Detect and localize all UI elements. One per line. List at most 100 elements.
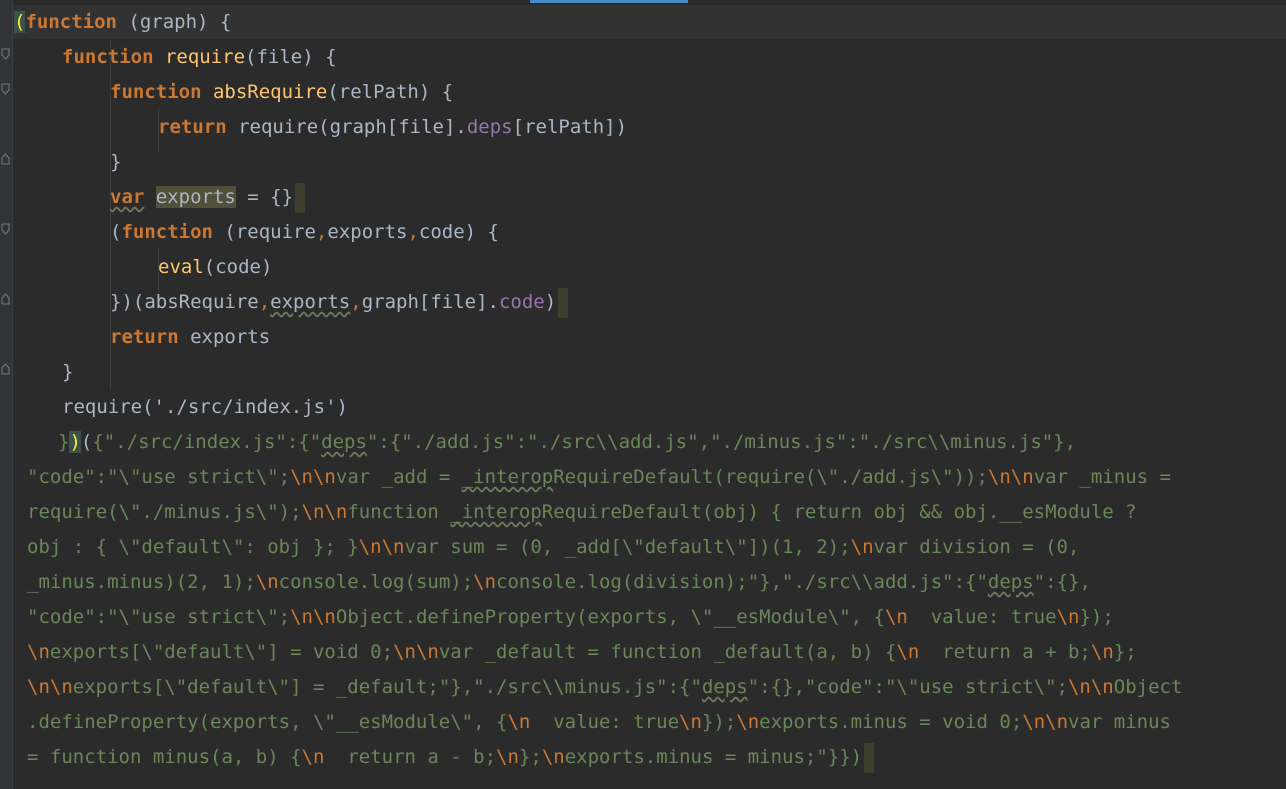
code-token: {"./src/index.js":{" — [92, 431, 322, 453]
code-token: var — [110, 186, 145, 208]
code-token: ":{"./add.js":"./src\\add.js","./minus.j… — [366, 431, 1077, 453]
code-token: function — [121, 221, 213, 243]
code-token: value: true — [530, 711, 680, 733]
code-token: .defineProperty(exports, \"__esModule\",… — [27, 711, 508, 733]
code-token: exports[\"default\"] = _default;"},"./sr… — [72, 676, 702, 698]
code-line[interactable]: })({"./src/index.js":{"deps":{"./add.js"… — [58, 425, 1076, 460]
code-token: _interop — [461, 466, 554, 488]
code-token: \n — [507, 711, 531, 733]
code-token: , — [258, 291, 271, 313]
code-line[interactable]: return exports — [110, 320, 270, 355]
code-editor[interactable]: (function (graph) {function require(file… — [0, 0, 1286, 789]
fold-marker-icon[interactable] — [1, 48, 10, 60]
code-token: ) — [69, 431, 81, 453]
fold-marker-icon[interactable] — [1, 363, 10, 375]
code-line[interactable]: _minus.minus)(2, 1);\nconsole.log(sum);\… — [27, 565, 1091, 600]
code-token: } — [62, 361, 74, 383]
code-token: deps — [321, 431, 367, 453]
fold-marker-icon[interactable] — [1, 153, 10, 165]
code-token: require(graph[file]. — [226, 116, 467, 138]
code-line[interactable]: require(\"./minus.js\");\n\nfunction _in… — [27, 495, 1137, 530]
code-token: eval — [158, 256, 204, 278]
code-token: var division = (0, — [873, 536, 1080, 558]
code-line[interactable]: (function (graph) { — [14, 5, 231, 40]
code-line[interactable]: obj : { \"default\": obj }; }\n\nvar sum… — [27, 530, 1079, 565]
fold-marker-icon[interactable] — [1, 223, 10, 235]
code-token: obj : { \"default\": obj }; } — [27, 536, 359, 558]
code-token: (require — [212, 221, 316, 243]
code-token: RequireDefault(require(\"./add.js\")); — [553, 466, 988, 488]
code-token: \n — [896, 641, 920, 663]
code-token: return — [158, 116, 227, 138]
code-token: \n\n — [987, 466, 1034, 488]
code-token: \n — [884, 606, 908, 628]
code-token: \n\n — [358, 536, 405, 558]
code-line[interactable]: "code":"\"use strict\"; \n\n var _add = _i… — [27, 460, 1171, 495]
code-token: require — [164, 46, 246, 68]
code-token: "code":"\"use strict\"; — [27, 606, 291, 628]
fold-marker-icon[interactable] — [1, 83, 10, 95]
code-line[interactable]: eval(code) — [158, 250, 272, 285]
code-token: function — [110, 81, 202, 103]
code-token: exports — [178, 326, 271, 348]
code-token: exports.minus = void 0; — [759, 711, 1023, 733]
code-token: exports — [327, 221, 408, 243]
code-token: ":{},"code":"\"use strict\"; — [747, 676, 1068, 698]
code-token: = {} — [235, 186, 294, 208]
code-line[interactable]: function require(file) { — [62, 40, 337, 75]
code-token: ":{}, — [1033, 571, 1091, 593]
code-line[interactable]: var exports = {} — [110, 180, 306, 215]
code-token: code) { — [418, 221, 499, 243]
code-line[interactable]: .defineProperty(exports, \"__esModule\",… — [27, 705, 1171, 740]
code-token: \n\n — [1022, 711, 1069, 733]
code-token: , — [407, 221, 419, 243]
text-caret — [295, 182, 306, 213]
code-token: \n — [679, 711, 702, 733]
code-token: ( — [80, 431, 93, 453]
code-token: return — [110, 326, 179, 348]
code-token: var _default = function _default(a, b) { — [438, 641, 897, 663]
code-token: = function minus(a, b) { — [27, 746, 302, 768]
code-token: var _add = — [335, 466, 462, 488]
code-line[interactable]: })(absRequire,exports,graph[file].code) — [110, 285, 569, 320]
code-token: code — [498, 291, 545, 313]
code-token: absRequire — [212, 81, 328, 103]
code-line[interactable]: = function minus(a, b) { \n return a - b;… — [27, 740, 875, 775]
code-line[interactable]: } — [110, 145, 121, 180]
code-token: exports.minus = minus;"}}) — [564, 746, 863, 768]
code-line[interactable]: \n\nexports[\"default\"] = _default;"},"… — [27, 670, 1182, 705]
code-token: _interop — [450, 501, 542, 523]
code-token: \n — [541, 746, 565, 768]
code-line[interactable]: "code":"\"use strict\";\n\nObject.define… — [27, 600, 1114, 635]
code-token: exports — [155, 186, 236, 208]
code-line[interactable]: \nexports[\"default\"] = void 0;\n\nvar … — [27, 635, 1137, 670]
code-token: \n — [255, 571, 279, 593]
code-token: Object.defineProperty(exports, \"__esMod… — [335, 606, 885, 628]
code-line[interactable]: (function (require,exports,code) { — [110, 215, 499, 250]
code-token: return a - b; — [324, 746, 497, 768]
code-line[interactable]: function absRequire(relPath) { — [110, 75, 453, 110]
code-token: (graph) { — [116, 11, 232, 33]
code-token: "code":"\"use strict\"; — [27, 466, 291, 488]
code-token: , — [350, 291, 362, 313]
editor-gutter — [0, 0, 13, 789]
code-token: \n — [850, 536, 874, 558]
code-token: Object — [1113, 676, 1183, 698]
code-token: _minus.minus)(2, 1); — [27, 571, 256, 593]
code-token: RequireDefault(obj) { return obj && obj.… — [541, 501, 1137, 523]
code-token: ( — [110, 221, 122, 243]
code-line[interactable]: return require(graph[file].deps[relPath]… — [158, 110, 627, 145]
code-token: console.log(division);"},"./src\\add.js"… — [496, 571, 988, 593]
fold-marker-icon[interactable] — [1, 293, 10, 305]
code-token: \n\n — [301, 501, 348, 523]
code-token: deps — [701, 676, 748, 698]
code-token: , — [315, 221, 328, 243]
code-token: \n — [1090, 641, 1114, 663]
active-tab-indicator — [530, 0, 688, 3]
code-line[interactable]: } — [62, 355, 73, 390]
code-token: [relPath]) — [512, 116, 628, 138]
code-line[interactable]: require('./src/index.js') — [62, 390, 348, 425]
